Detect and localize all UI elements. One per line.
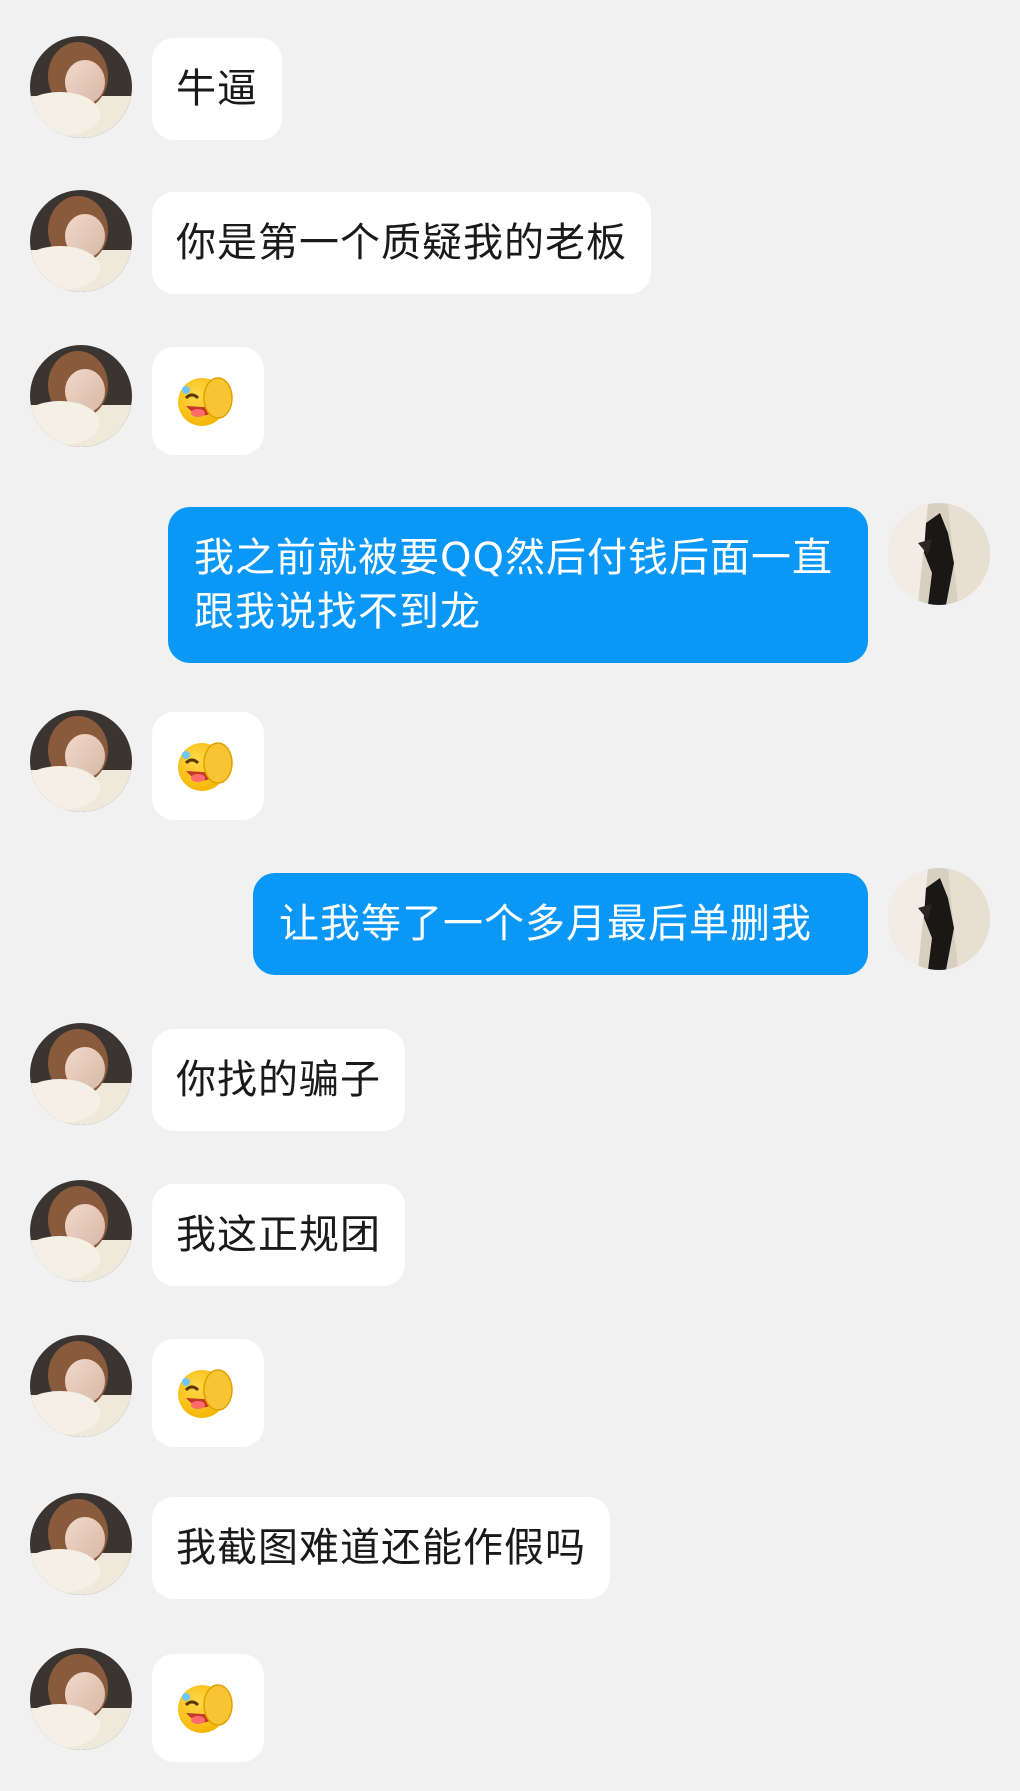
message-bubble[interactable]: 我之前就被要QQ然后付钱后面一直跟我说找不到龙: [168, 507, 868, 663]
contact-avatar[interactable]: [30, 710, 132, 812]
message-text: 你找的骗子: [176, 1057, 381, 1103]
message-text: 我截图难道还能作假吗: [176, 1525, 586, 1571]
message-text: 牛逼: [176, 66, 258, 112]
message-bubble[interactable]: [152, 347, 264, 455]
message-bubble[interactable]: 我这正规团: [152, 1184, 405, 1286]
user-avatar[interactable]: [888, 503, 990, 605]
message-bubble[interactable]: 你找的骗子: [152, 1029, 405, 1131]
message-text: 你是第一个质疑我的老板: [176, 220, 627, 266]
contact-avatar[interactable]: [30, 36, 132, 138]
message-bubble[interactable]: [152, 1654, 264, 1762]
chat-message-list[interactable]: 牛逼 你是第一个质疑我的老板 我之前就被要QQ然后付钱后面一直跟我说找不到龙 让…: [0, 0, 1020, 1791]
contact-avatar[interactable]: [30, 345, 132, 447]
facepalm-laugh-emoji-icon: [178, 1369, 233, 1418]
message-text: 我之前就被要QQ然后付钱后面一直跟我说找不到龙: [194, 535, 833, 635]
message-text: 让我等了一个多月最后单删我: [279, 901, 812, 947]
contact-avatar[interactable]: [30, 1023, 132, 1125]
contact-avatar[interactable]: [30, 190, 132, 292]
contact-avatar[interactable]: [30, 1335, 132, 1437]
contact-avatar[interactable]: [30, 1648, 132, 1750]
facepalm-laugh-emoji-icon: [178, 742, 233, 791]
message-bubble[interactable]: [152, 712, 264, 820]
facepalm-laugh-emoji-icon: [178, 377, 233, 426]
user-avatar[interactable]: [888, 868, 990, 970]
message-bubble[interactable]: 我截图难道还能作假吗: [152, 1497, 610, 1599]
message-text: 我这正规团: [176, 1212, 381, 1258]
facepalm-laugh-emoji-icon: [178, 1684, 233, 1733]
message-bubble[interactable]: 你是第一个质疑我的老板: [152, 192, 651, 294]
message-bubble[interactable]: [152, 1339, 264, 1447]
message-bubble[interactable]: 让我等了一个多月最后单删我: [253, 873, 868, 975]
contact-avatar[interactable]: [30, 1180, 132, 1282]
message-bubble[interactable]: 牛逼: [152, 38, 282, 140]
contact-avatar[interactable]: [30, 1493, 132, 1595]
